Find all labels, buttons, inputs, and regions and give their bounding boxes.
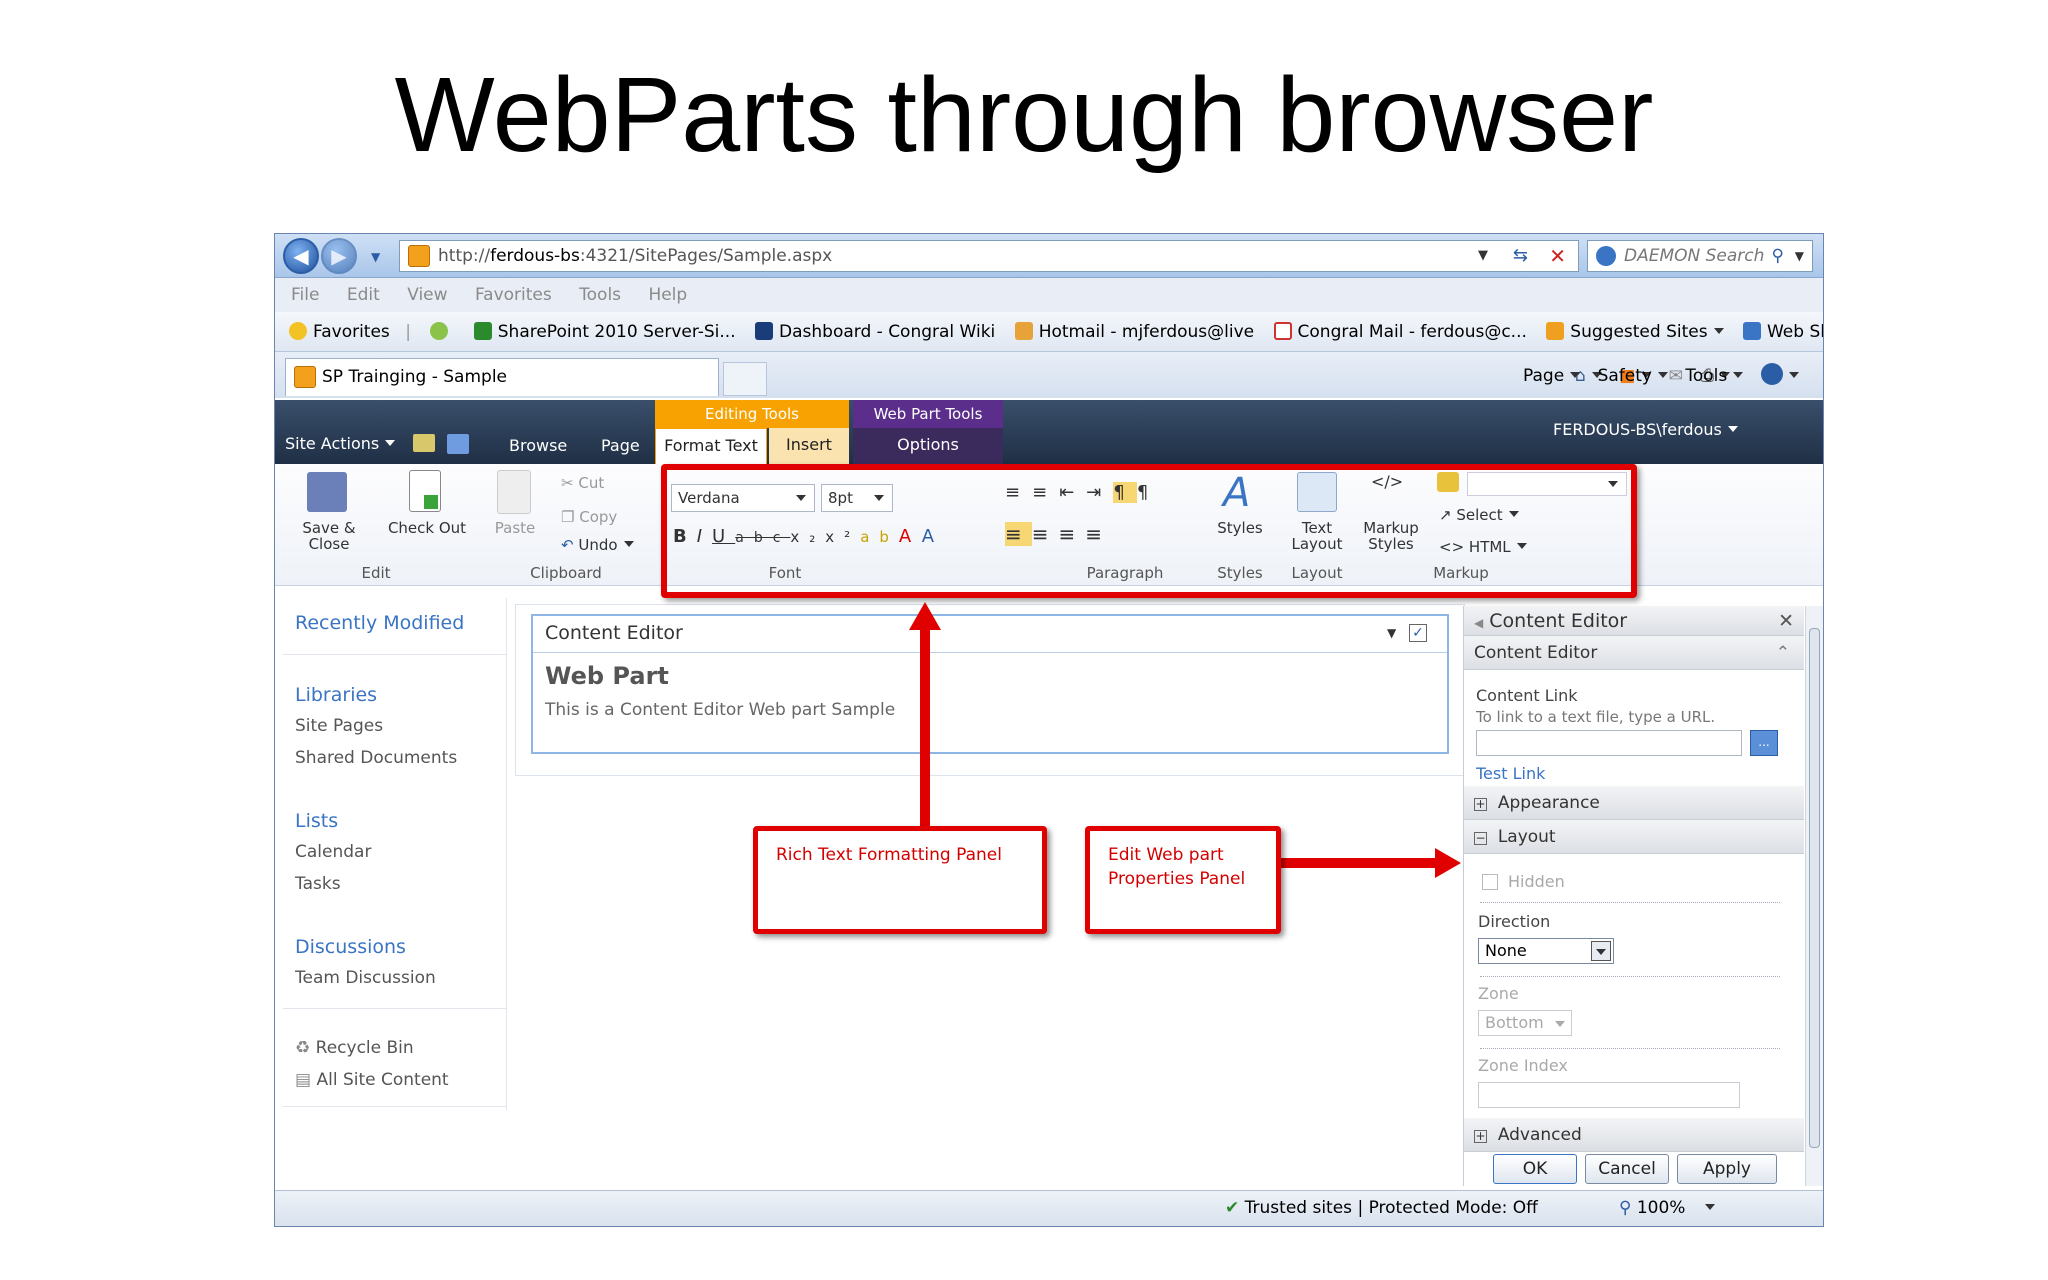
callout-edit-properties: Edit Web part Properties Panel	[1085, 826, 1281, 934]
arrow-up-head	[909, 602, 941, 630]
browser-window: ◀ ▶ ▼ http://ferdous-bs:4321/SitePages/S…	[274, 233, 1824, 1227]
slide-title: WebParts through browser	[394, 56, 1654, 174]
callout-text-line2: Properties Panel	[1108, 869, 1246, 889]
callout-text-line1: Edit Web part	[1108, 845, 1224, 865]
annotation-arrows	[909, 602, 1461, 878]
callout-rich-text: Rich Text Formatting Panel	[753, 826, 1047, 934]
callout-text: Rich Text Formatting Panel	[776, 845, 1002, 865]
arrow-right-head	[1435, 848, 1461, 878]
